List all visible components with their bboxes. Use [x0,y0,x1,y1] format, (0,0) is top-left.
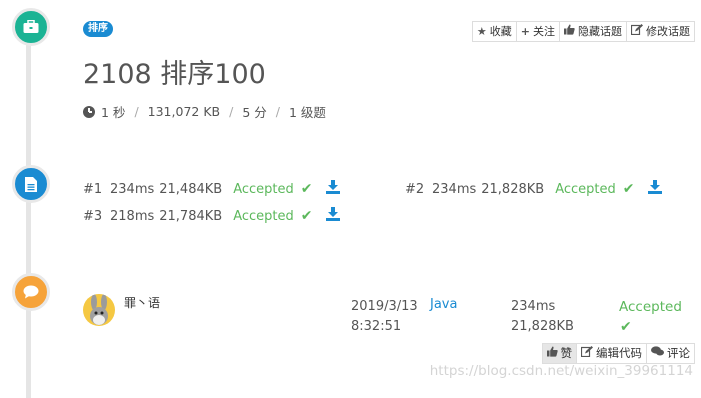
edit-topic-label: 修改话题 [646,25,690,38]
briefcase-icon [12,8,50,46]
testcase-row: #1 234ms 21,484KB Accepted ✔ [83,180,341,198]
favorite-button[interactable]: ★ 收藏 [471,21,517,42]
testcase-time: 234ms [110,181,155,197]
edit-code-button[interactable]: 编辑代码 [576,343,647,364]
problem-title: 2108 排序100 [83,59,266,90]
comment-icon [12,273,50,311]
like-label: 赞 [560,346,573,360]
testcase-row: #2 234ms 21,828KB Accepted ✔ [405,180,663,198]
testcase-time: 218ms [110,208,155,224]
avatar[interactable] [83,294,115,326]
submission-runtime: 234ms [511,299,556,314]
watermark: https://blog.csdn.net/weixin_39961114 [429,363,693,379]
check-icon: ✔ [622,181,635,197]
edit-icon [630,22,643,41]
edit-icon [580,344,593,363]
comment-button[interactable]: 评论 [646,343,695,364]
plus-icon: + [520,25,530,38]
meta-separator: / [275,104,280,119]
testcase-status: Accepted [233,208,294,224]
download-icon[interactable] [648,180,663,198]
like-button[interactable]: 赞 [541,343,577,364]
testcase-id: #1 [83,181,103,197]
star-icon: ★ [476,25,487,38]
timeline-line [26,18,31,398]
submission-result: Accepted ✔ [619,297,682,337]
comments-icon [651,344,664,363]
follow-label: 关注 [533,25,555,38]
problem-action-group: ★ 收藏 + 关注 隐藏话题 修改话题 [471,21,695,42]
meta-separator: / [134,104,139,119]
submission-resources: 234ms 21,828KB [511,297,574,337]
follow-button[interactable]: + 关注 [515,21,560,42]
thumbs-up-icon [546,344,558,363]
thumbs-up-icon [564,22,575,41]
edit-code-label: 编辑代码 [596,346,642,360]
download-icon[interactable] [326,207,341,225]
testcase-status: Accepted [555,181,616,197]
download-icon[interactable] [326,180,341,198]
testcase-status: Accepted [233,181,294,197]
level: 1 级题 [288,105,326,120]
testcase-id: #3 [83,208,103,224]
comment-label: 评论 [667,346,690,360]
problem-tag[interactable]: 排序 [83,21,113,37]
testcase-id: #2 [405,181,425,197]
favorite-label: 收藏 [489,25,512,38]
testcase-row: #3 218ms 21,784KB Accepted ✔ [83,207,341,225]
submission-date: 2019/3/13 [351,299,418,314]
testcase-memory: 21,828KB [481,181,545,197]
score: 5 分 [242,105,267,120]
edit-topic-button[interactable]: 修改话题 [626,21,695,42]
check-icon: ✔ [300,181,313,197]
submission-time: 8:32:51 [351,319,402,334]
testcase-memory: 21,484KB [159,181,223,197]
memory-limit: 131,072 KB [147,104,221,119]
hide-topic-button[interactable]: 隐藏话题 [559,21,627,42]
username[interactable]: 罪丶语 [124,294,160,311]
submission-status: Accepted [619,299,682,315]
submission-action-group: 赞 编辑代码 评论 [541,343,695,364]
problem-meta: 1 秒 / 131,072 KB / 5 分 / 1 级题 [83,102,326,121]
check-icon: ✔ [620,319,632,335]
time-limit: 1 秒 [101,105,126,120]
document-icon [12,165,50,203]
check-icon: ✔ [300,208,313,224]
testcase-memory: 21,784KB [159,208,223,224]
hide-topic-label: 隐藏话题 [578,25,622,38]
testcase-time: 234ms [432,181,477,197]
clock-icon [83,105,95,118]
submission-language[interactable]: Java [430,297,457,312]
meta-separator: / [229,104,234,119]
submission-datetime: 2019/3/13 8:32:51 [351,297,418,337]
submission-memory: 21,828KB [511,319,574,334]
